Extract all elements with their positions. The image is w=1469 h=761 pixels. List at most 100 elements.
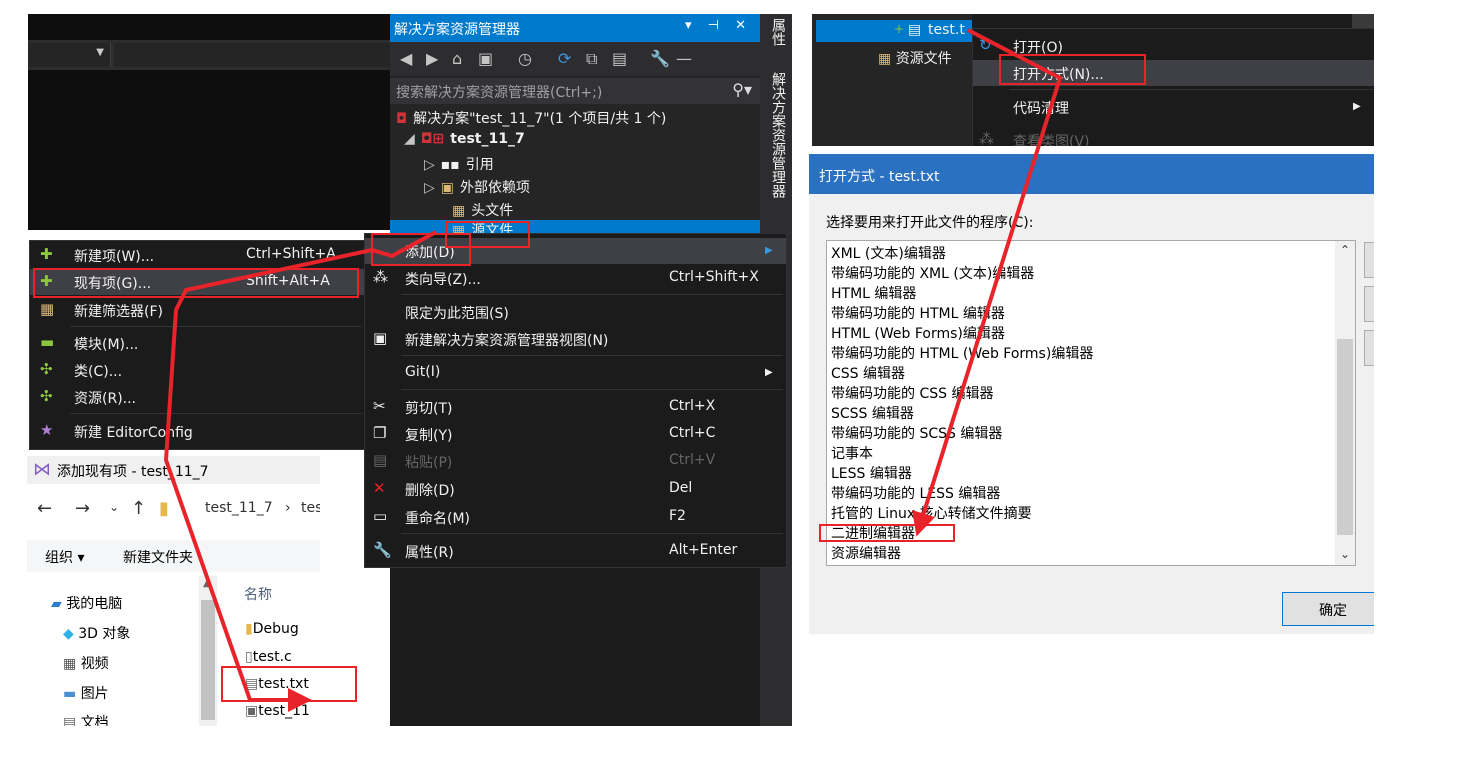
- editor-list-item[interactable]: 带编码功能的 CSS 编辑器: [831, 383, 993, 403]
- nav-label: 图片: [80, 686, 109, 702]
- dialog-titlebar: ⋈ 添加现有项 - test_11_7: [27, 456, 320, 484]
- cube-icon: ◆: [63, 626, 74, 642]
- editor-list-item[interactable]: HTML 编辑器: [831, 283, 916, 303]
- editor-list-item[interactable]: 带编码功能的 XML (文本)编辑器: [831, 263, 1034, 283]
- editor-list-item[interactable]: SCSS 编辑器: [831, 403, 914, 423]
- nav-item-videos[interactable]: ▦ 视频: [63, 653, 109, 673]
- ok-label: 确定: [1319, 603, 1347, 619]
- history-icon[interactable]: ◷: [518, 49, 532, 68]
- nav-scrollbar[interactable]: ▲: [199, 576, 217, 726]
- recent-dropdown-icon[interactable]: ⌄: [109, 500, 119, 514]
- breadcrumb-segment[interactable]: test_11_7: [205, 500, 273, 516]
- tree-node-resource-files[interactable]: ▦ 资源文件: [878, 48, 952, 68]
- menu-item-git[interactable]: Git(I) ▶: [365, 360, 786, 386]
- file-item-test-11[interactable]: ▣test_11: [245, 703, 310, 719]
- show-all-files-icon[interactable]: ▤: [612, 49, 627, 68]
- file-item-test-c[interactable]: ▯test.c: [245, 649, 292, 665]
- back-icon[interactable]: ◀: [400, 49, 412, 68]
- up-arrow-icon[interactable]: ↑: [131, 498, 146, 519]
- chevron-right-icon[interactable]: ▷: [424, 180, 435, 196]
- menu-item-view-class-diagram[interactable]: ⁂ 查看类图(V): [973, 127, 1374, 146]
- editor-list-item[interactable]: 资源编辑器: [831, 543, 901, 563]
- editor-list-item[interactable]: 记事本: [831, 443, 873, 463]
- new-folder-button[interactable]: 新建文件夹: [123, 547, 193, 567]
- scrollbar-thumb[interactable]: [1337, 339, 1353, 535]
- references-icon: ▪▪: [440, 157, 460, 173]
- editor-list-item[interactable]: 带编码功能的 HTML (Web Forms)编辑器: [831, 343, 1093, 363]
- tree-node-header-files[interactable]: ▦ 头文件: [452, 200, 513, 222]
- editor-list-item[interactable]: 托管的 Linux 核心转储文件摘要: [831, 503, 1032, 523]
- menu-item-scope[interactable]: 限定为此范围(S): [365, 299, 786, 325]
- collapse-all-icon[interactable]: ⧉: [586, 49, 597, 69]
- solution-node[interactable]: ◘ 解决方案"test_11_7"(1 个项目/共 1 个): [396, 108, 666, 130]
- refresh-icon[interactable]: ⟳: [558, 49, 571, 68]
- home-icon[interactable]: ⌂: [452, 49, 462, 68]
- breadcrumb-segment[interactable]: test: [301, 500, 320, 516]
- menu-shortcut: Ctrl+Shift+A: [246, 246, 336, 262]
- menu-item-properties[interactable]: 🔧 属性(R) Alt+Enter: [365, 538, 786, 564]
- search-icon[interactable]: ⚲▾: [732, 80, 752, 99]
- editor-list-item[interactable]: 带编码功能的 SCSS 编辑器: [831, 423, 1002, 443]
- editor-listbox[interactable]: XML (文本)编辑器 带编码功能的 XML (文本)编辑器 HTML 编辑器 带编码…: [826, 240, 1356, 566]
- copy-icon: ❐: [373, 424, 387, 442]
- scroll-up-icon[interactable]: ⌃: [1340, 243, 1350, 257]
- menu-item-class-wizard[interactable]: ⁂ 类向导(Z)... Ctrl+Shift+X: [365, 265, 786, 291]
- nav-item-documents[interactable]: ▤ 文档: [63, 712, 109, 726]
- scroll-down-icon[interactable]: ⌄: [1340, 547, 1350, 561]
- tree-node-test-txt[interactable]: + ▤ test.t: [816, 20, 972, 42]
- editor-list-item[interactable]: 带编码功能的 LESS 编辑器: [831, 483, 1000, 503]
- menu-item-copy[interactable]: ❐ 复制(Y) Ctrl+C: [365, 421, 786, 447]
- remove-program-button[interactable]: [1364, 286, 1374, 322]
- nav-item-pictures[interactable]: ▬ 图片: [63, 683, 109, 703]
- platform-combo[interactable]: [114, 43, 390, 67]
- back-arrow-icon[interactable]: ←: [37, 498, 52, 519]
- tree-node-references[interactable]: ▷ ▪▪ 引用: [424, 154, 494, 176]
- tree-node-external-deps[interactable]: ▷ ▣ 外部依赖项: [424, 177, 530, 199]
- listbox-scrollbar[interactable]: ⌃ ⌄: [1335, 241, 1355, 565]
- menu-item-resource[interactable]: ✣ 资源(R)...: [30, 384, 365, 410]
- solution-explorer-tab[interactable]: 解决方案资源管理器: [768, 72, 788, 198]
- forward-arrow-icon[interactable]: →: [75, 498, 90, 519]
- scroll-up-icon[interactable]: ▲: [203, 578, 211, 589]
- nav-item-3d-objects[interactable]: ◆ 3D 对象: [63, 623, 130, 643]
- menu-item-class[interactable]: ✣ 类(C)...: [30, 357, 365, 383]
- address-bar: ← → ⌄ ↑ ▮ test_11_7 › test: [27, 490, 320, 530]
- editor-list-item[interactable]: XML (文本)编辑器: [831, 243, 946, 263]
- menu-item-new-view[interactable]: ▣ 新建解决方案资源管理器视图(N): [365, 326, 786, 352]
- menu-item-code-cleanup[interactable]: 代码清理 ▶: [973, 94, 1374, 120]
- editor-list-item[interactable]: CSS 编辑器: [831, 363, 905, 383]
- menu-item-new-filter[interactable]: ▦ 新建筛选器(F): [30, 297, 365, 323]
- editor-list-item[interactable]: HTML (Web Forms)编辑器: [831, 323, 1005, 343]
- project-node[interactable]: ◢ ◘⊞ test_11_7: [404, 131, 525, 153]
- column-header-name[interactable]: 名称: [244, 584, 272, 604]
- organize-button[interactable]: 组织 ▾: [45, 547, 84, 567]
- visual-studio-icon: ⋈: [33, 459, 51, 480]
- menu-item-editorconfig[interactable]: ★ 新建 EditorConfig: [30, 418, 365, 444]
- panel-controls[interactable]: ▾ ⊣ ✕: [685, 18, 752, 33]
- scrollbar-thumb[interactable]: [201, 600, 215, 720]
- ok-button[interactable]: 确定: [1282, 592, 1374, 626]
- config-combo[interactable]: ▼: [28, 43, 111, 67]
- chevron-right-icon[interactable]: ▷: [424, 157, 435, 173]
- menu-item-rename[interactable]: ▭ 重命名(M) F2: [365, 504, 786, 530]
- properties-tab[interactable]: 属性: [768, 18, 788, 46]
- menu-item-new-item[interactable]: ✚ 新建项(W)... Ctrl+Shift+A: [30, 242, 365, 268]
- expand-icon[interactable]: ◢: [404, 131, 415, 147]
- forward-icon[interactable]: ▶: [426, 49, 438, 68]
- menu-label: 类(C)...: [74, 364, 123, 380]
- nav-item-this-pc[interactable]: ▰ 我的电脑: [51, 593, 122, 613]
- file-item-debug[interactable]: ▮Debug: [245, 621, 299, 637]
- menu-separator: [70, 413, 362, 414]
- editor-list-item[interactable]: LESS 编辑器: [831, 463, 912, 483]
- menu-item-module[interactable]: ▬ 模块(M)...: [30, 330, 365, 356]
- file-icon: ▯: [245, 649, 253, 665]
- switch-views-icon[interactable]: ▣: [478, 49, 493, 68]
- preview-icon[interactable]: —: [676, 49, 692, 68]
- add-program-button[interactable]: [1364, 242, 1374, 278]
- menu-item-cut[interactable]: ✂ 剪切(T) Ctrl+X: [365, 394, 786, 420]
- set-default-button[interactable]: [1364, 330, 1374, 366]
- editor-list-item[interactable]: 带编码功能的 HTML 编辑器: [831, 303, 1005, 323]
- wrench-icon[interactable]: 🔧: [650, 49, 670, 68]
- menu-item-delete[interactable]: ✕ 删除(D) Del: [365, 476, 786, 502]
- solution-search-box[interactable]: 搜索解决方案资源管理器(Ctrl+;) ⚲▾: [390, 78, 760, 104]
